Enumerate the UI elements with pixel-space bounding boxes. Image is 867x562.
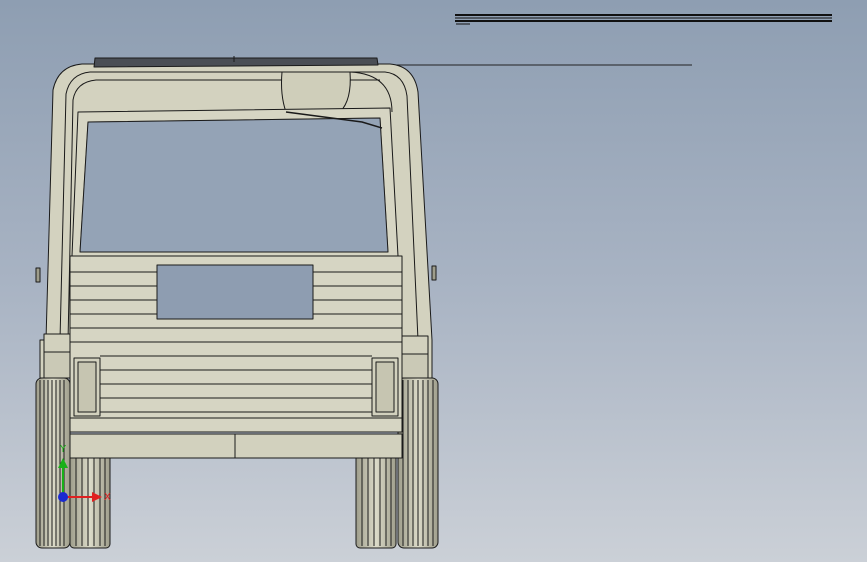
license-plate-recess (156, 264, 314, 320)
left-side-marker (35, 267, 41, 283)
cad-graphics-viewport[interactable]: Y X (0, 0, 867, 562)
rear-window-glass-reflection (79, 117, 389, 253)
z-axis-dot (58, 492, 68, 502)
y-axis-label: Y (59, 444, 67, 455)
x-axis-label: X (104, 492, 111, 503)
roof-light-housing (281, 71, 351, 113)
right-mudguard (401, 353, 429, 379)
left-mudguard (43, 351, 71, 379)
roof-rack[interactable] (93, 57, 379, 68)
right-tail-light[interactable] (371, 357, 399, 417)
left-tail-light[interactable] (73, 357, 101, 417)
right-side-marker (431, 265, 437, 281)
rear-bumper[interactable] (69, 433, 403, 459)
right-side-step (401, 335, 429, 355)
left-side-step (43, 333, 71, 353)
